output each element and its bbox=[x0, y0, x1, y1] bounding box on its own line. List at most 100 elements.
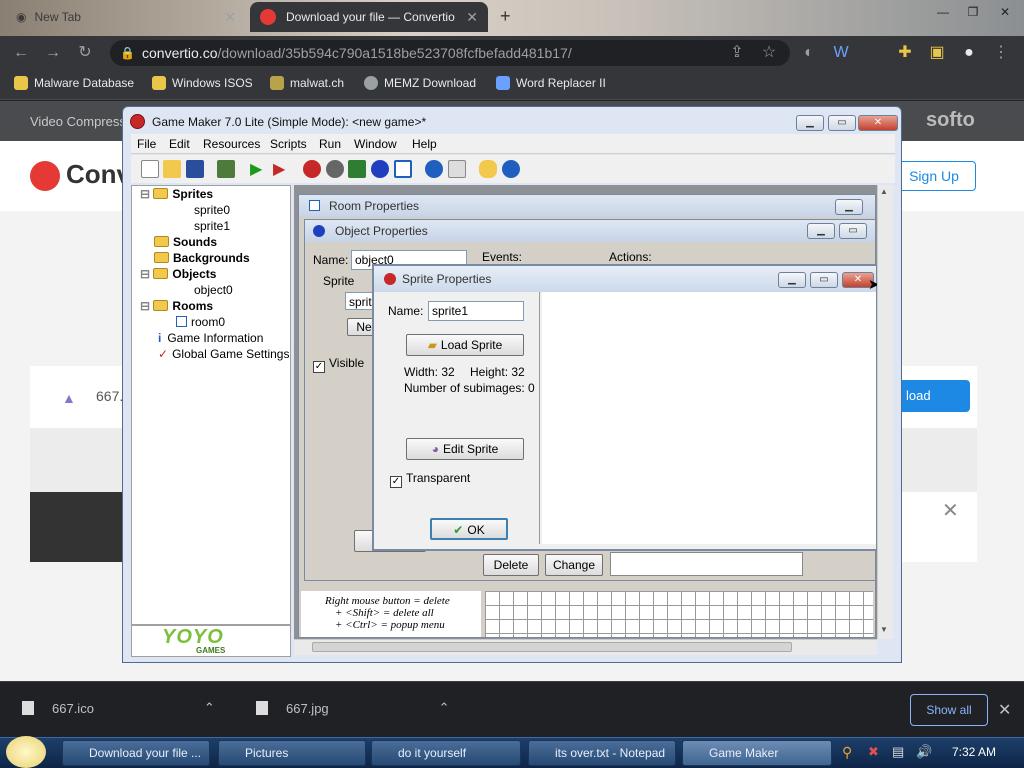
volume-icon[interactable]: 🔊 bbox=[916, 744, 932, 760]
actions-list[interactable] bbox=[610, 552, 803, 576]
menu-kebab-icon[interactable]: ⋮ bbox=[990, 42, 1012, 64]
ok-button[interactable]: ✔ OK bbox=[430, 518, 508, 540]
scroll-thumb[interactable] bbox=[312, 642, 792, 652]
object-maximize-button[interactable]: ▭ bbox=[839, 223, 867, 239]
download-button[interactable]: load bbox=[900, 380, 970, 412]
load-sprite-button[interactable]: ▰ Load Sprite bbox=[406, 334, 524, 356]
game-info-icon[interactable] bbox=[425, 160, 443, 178]
sign-up-button[interactable]: Sign Up bbox=[892, 161, 976, 191]
add-background-icon[interactable] bbox=[348, 160, 366, 178]
close-icon[interactable]: ✕ bbox=[466, 9, 478, 26]
close-ad-icon[interactable]: ✕ bbox=[942, 498, 959, 523]
advanced-mode-icon[interactable] bbox=[479, 160, 497, 178]
sidepanel-icon[interactable]: ▣ bbox=[926, 42, 948, 64]
tree-backgrounds[interactable]: Backgrounds bbox=[154, 251, 250, 265]
add-room-icon[interactable] bbox=[394, 160, 412, 178]
extension-flag-icon[interactable]: ◐ bbox=[798, 42, 820, 64]
taskbar-do-it-yourself[interactable]: do it yourself bbox=[371, 740, 521, 766]
tab-convertio[interactable]: Download your file — Convertio ✕ bbox=[250, 2, 488, 32]
bookmark-word-replacer[interactable]: Word Replacer II bbox=[496, 76, 606, 90]
start-button-icon[interactable] bbox=[6, 736, 46, 768]
bookmark-malwatch[interactable]: malwat.ch bbox=[270, 76, 344, 90]
sprite-minimize-button[interactable]: ▁ bbox=[778, 272, 806, 288]
new-tab-icon[interactable]: + bbox=[500, 6, 511, 27]
add-sprite-icon[interactable] bbox=[303, 160, 321, 178]
run-debug-icon[interactable]: ▶ bbox=[273, 159, 285, 179]
run-icon[interactable]: ▶ bbox=[250, 159, 262, 179]
visible-checkbox[interactable]: ✓ Visible bbox=[313, 356, 364, 373]
back-icon[interactable]: ← bbox=[10, 42, 32, 64]
add-object-icon[interactable] bbox=[371, 160, 389, 178]
tree-sounds[interactable]: Sounds bbox=[154, 235, 217, 249]
menu-file[interactable]: File bbox=[137, 137, 156, 151]
menu-resources[interactable]: Resources bbox=[203, 137, 260, 151]
address-bar[interactable]: 🔒 convertio.co/download/35b594c790a1518b… bbox=[110, 40, 790, 66]
bookmark-windows-isos[interactable]: Windows ISOS bbox=[152, 76, 253, 90]
network-warning-icon[interactable]: ✖ bbox=[868, 744, 879, 760]
taskbar-notepad[interactable]: its over.txt - Notepad bbox=[528, 740, 676, 766]
extension-wr-icon[interactable]: W bbox=[830, 42, 852, 64]
maximize-icon[interactable]: ❐ bbox=[958, 2, 988, 22]
bookmark-memz-download[interactable]: MEMZ Download bbox=[364, 76, 476, 90]
profile-avatar-icon[interactable]: ● bbox=[958, 42, 980, 64]
tree-object0[interactable]: object0 bbox=[194, 283, 233, 297]
menu-run[interactable]: Run bbox=[319, 137, 341, 151]
object-properties-titlebar[interactable]: Object Properties bbox=[305, 220, 875, 242]
game-maker-titlebar[interactable]: Game Maker 7.0 Lite (Simple Mode): <new … bbox=[126, 110, 898, 134]
tree-sprites[interactable]: ⊟ Sprites bbox=[140, 187, 213, 201]
scroll-up-icon[interactable]: ▲ bbox=[880, 187, 888, 196]
close-window-icon[interactable]: ✕ bbox=[990, 2, 1020, 22]
extensions-puzzle-icon[interactable]: ✚ bbox=[894, 42, 916, 64]
tree-objects[interactable]: ⊟ Objects bbox=[140, 267, 216, 281]
reload-icon[interactable]: ↻ bbox=[74, 42, 96, 64]
transparent-checkbox[interactable]: ✓ Transparent bbox=[390, 471, 470, 488]
tree-game-information[interactable]: i Game Information bbox=[158, 331, 263, 345]
menu-window[interactable]: Window bbox=[354, 137, 397, 151]
tree-sprite1[interactable]: sprite1 bbox=[194, 219, 230, 233]
menu-edit[interactable]: Edit bbox=[169, 137, 190, 151]
share-icon[interactable]: ⇪ bbox=[726, 42, 748, 64]
menu-help[interactable]: Help bbox=[412, 137, 437, 151]
tree-global-settings[interactable]: ✓ Global Game Settings bbox=[158, 347, 289, 361]
room-grid[interactable] bbox=[485, 591, 873, 637]
save-icon[interactable] bbox=[186, 160, 204, 178]
network-icon[interactable]: ▤ bbox=[892, 744, 904, 760]
maximize-button[interactable]: ▭ bbox=[828, 115, 856, 131]
show-all-button[interactable]: Show all bbox=[910, 694, 988, 726]
minimize-button[interactable]: ▁ bbox=[796, 115, 824, 131]
chevron-up-icon[interactable]: ⌃ bbox=[439, 700, 450, 716]
tree-room0[interactable]: room0 bbox=[176, 315, 225, 329]
menu-scripts[interactable]: Scripts bbox=[270, 137, 307, 151]
edit-sprite-button[interactable]: ◕ Edit Sprite bbox=[406, 438, 524, 460]
taskbar-chrome[interactable]: Download your file ... bbox=[62, 740, 210, 766]
sprite-name-field[interactable]: sprite1 bbox=[428, 301, 524, 321]
forward-icon[interactable]: → bbox=[42, 42, 64, 64]
vertical-scrollbar[interactable]: ▲ ▼ bbox=[877, 185, 893, 639]
delete-event-button[interactable]: Delete bbox=[483, 554, 539, 576]
search-icon[interactable]: ⚲ bbox=[842, 744, 852, 761]
chevron-up-icon[interactable]: ⌃ bbox=[204, 700, 215, 716]
new-icon[interactable] bbox=[141, 160, 159, 178]
open-icon[interactable] bbox=[163, 160, 181, 178]
clock[interactable]: 7:32 AM bbox=[952, 745, 996, 759]
tab-new-tab[interactable]: ◉ New Tab ✕ bbox=[6, 2, 246, 32]
site-nav-video-compress[interactable]: Video Compress bbox=[30, 114, 126, 129]
sprite-maximize-button[interactable]: ▭ bbox=[810, 272, 838, 288]
taskbar-pictures[interactable]: Pictures bbox=[218, 740, 366, 766]
add-sound-icon[interactable] bbox=[326, 160, 344, 178]
room-minimize-button[interactable]: ▁ bbox=[835, 199, 863, 215]
change-event-button[interactable]: Change bbox=[545, 554, 603, 576]
help-icon[interactable] bbox=[502, 160, 520, 178]
close-downloads-icon[interactable]: ✕ bbox=[998, 700, 1011, 720]
bookmark-malware-database[interactable]: Malware Database bbox=[14, 76, 134, 90]
download-item-ico[interactable]: 667.ico ⌃ bbox=[22, 700, 215, 716]
tree-sprite0[interactable]: sprite0 bbox=[194, 203, 230, 217]
star-icon[interactable]: ☆ bbox=[758, 42, 780, 64]
minimize-icon[interactable]: — bbox=[928, 2, 958, 22]
close-button[interactable]: ✕ bbox=[858, 115, 898, 131]
download-item-jpg[interactable]: 667.jpg ⌃ bbox=[256, 700, 450, 716]
close-icon[interactable]: ✕ bbox=[224, 9, 236, 26]
object-minimize-button[interactable]: ▁ bbox=[807, 223, 835, 239]
global-settings-icon[interactable] bbox=[448, 160, 466, 178]
horizontal-scrollbar[interactable] bbox=[294, 639, 877, 655]
